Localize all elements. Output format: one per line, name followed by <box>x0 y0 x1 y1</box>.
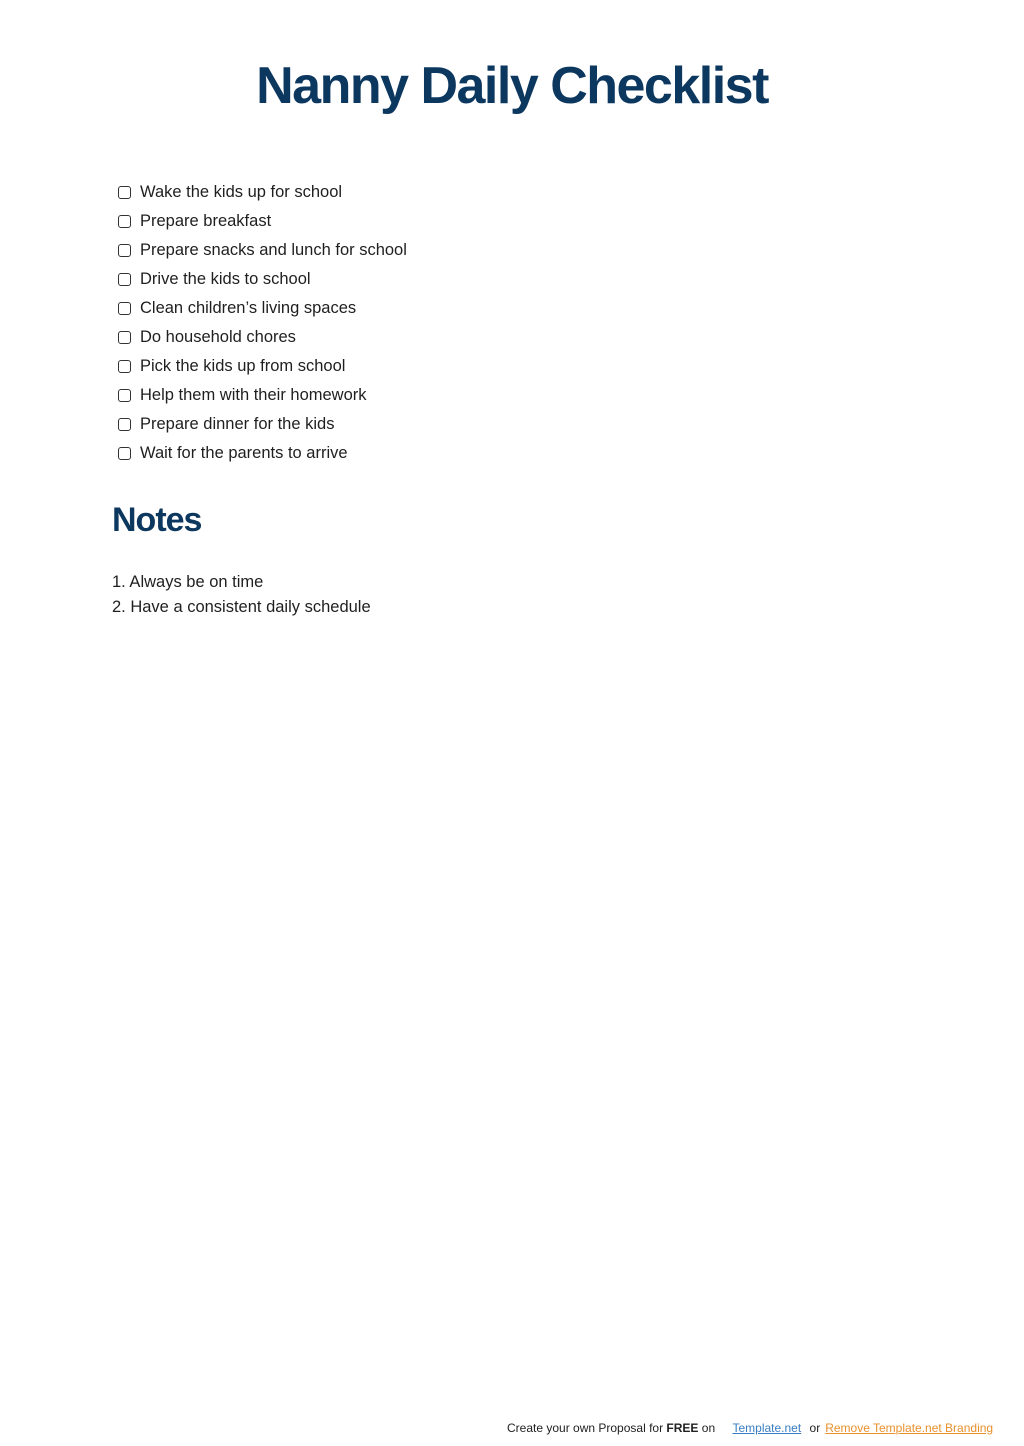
checkbox[interactable] <box>118 215 131 228</box>
checkbox[interactable] <box>118 418 131 431</box>
checkbox[interactable] <box>118 360 131 373</box>
footer-branding: Create your own Proposal for FREE on Tem… <box>507 1419 993 1437</box>
checklist-item-label: Prepare breakfast <box>140 212 272 230</box>
checklist-item-label: Clean children’s living spaces <box>140 299 357 317</box>
checkbox[interactable] <box>118 244 131 257</box>
checklist-item[interactable]: Help them with their homework <box>118 381 407 410</box>
notes-list: 1. Always be on time 2. Have a consisten… <box>112 570 371 620</box>
footer-or: or <box>809 1421 821 1435</box>
checkbox[interactable] <box>118 186 131 199</box>
checklist-item-label: Wait for the parents to arrive <box>140 444 348 462</box>
checklist-item[interactable]: Wait for the parents to arrive <box>118 439 407 468</box>
checklist-item[interactable]: Pick the kids up from school <box>118 352 407 381</box>
checklist-item-label: Wake the kids up for school <box>140 183 343 201</box>
footer-prefix: Create your own Proposal for <box>507 1421 667 1435</box>
notes-heading: Notes <box>112 501 202 539</box>
note-item: 2. Have a consistent daily schedule <box>112 598 371 616</box>
template-net-link[interactable]: Template.net <box>732 1421 801 1435</box>
checklist-item-label: Prepare snacks and lunch for school <box>140 241 407 259</box>
checklist-item-label: Do household chores <box>140 328 296 346</box>
checkbox[interactable] <box>118 273 131 286</box>
checklist-item-label: Drive the kids to school <box>140 270 311 288</box>
remove-branding-link[interactable]: Remove Template.net Branding <box>825 1421 993 1435</box>
checklist: Wake the kids up for school Prepare brea… <box>118 178 407 468</box>
note-item: 1. Always be on time <box>112 573 264 591</box>
checklist-item[interactable]: Prepare breakfast <box>118 207 407 236</box>
checkbox[interactable] <box>118 447 131 460</box>
checklist-item-label: Pick the kids up from school <box>140 357 346 375</box>
checklist-item[interactable]: Clean children’s living spaces <box>118 294 407 323</box>
checklist-item[interactable]: Do household chores <box>118 323 407 352</box>
footer-free: FREE <box>666 1421 699 1435</box>
checklist-item[interactable]: Wake the kids up for school <box>118 178 407 207</box>
checkbox[interactable] <box>118 389 131 402</box>
document-title: Nanny Daily Checklist <box>256 57 769 115</box>
checkbox[interactable] <box>118 302 131 315</box>
checklist-item-label: Help them with their homework <box>140 386 367 404</box>
checklist-item[interactable]: Drive the kids to school <box>118 265 407 294</box>
checkbox[interactable] <box>118 331 131 344</box>
checklist-item-label: Prepare dinner for the kids <box>140 415 335 433</box>
checklist-item[interactable]: Prepare dinner for the kids <box>118 410 407 439</box>
footer-on: on <box>698 1421 716 1435</box>
checklist-item[interactable]: Prepare snacks and lunch for school <box>118 236 407 265</box>
